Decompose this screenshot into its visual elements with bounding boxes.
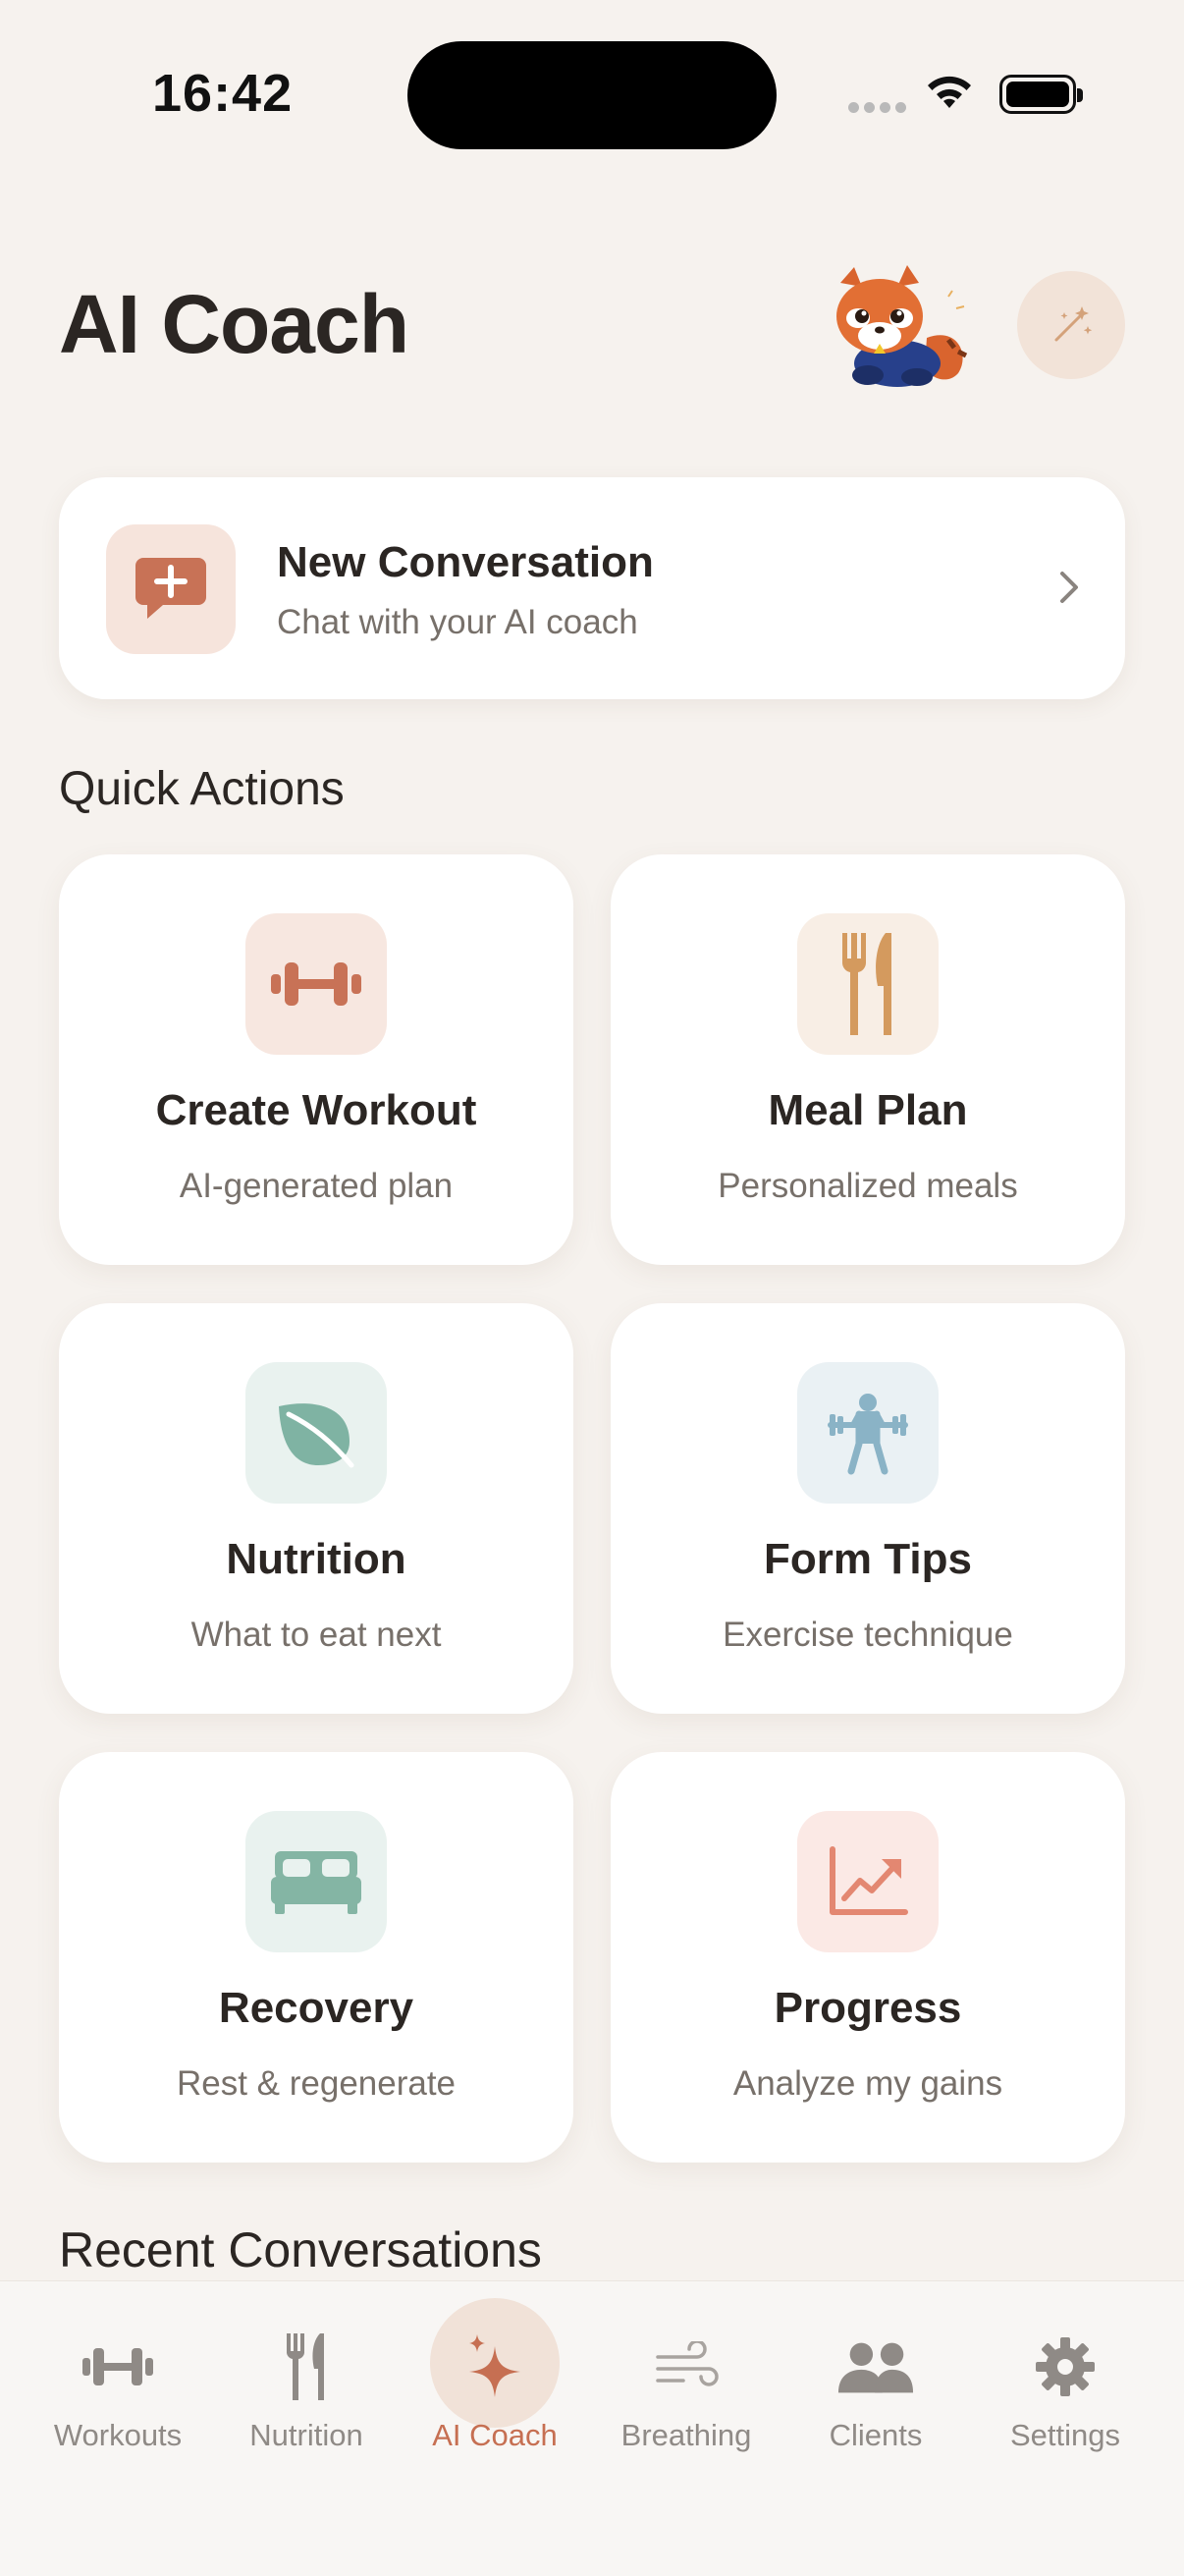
tile-title: Recovery [218, 1984, 414, 2032]
page-title: AI Coach [59, 278, 409, 370]
cellular-signal-icon [848, 102, 907, 116]
tab-workouts[interactable]: Workouts [29, 2298, 206, 2455]
tile-subtitle: AI-generated plan [179, 1167, 454, 1205]
chevron-right-icon [1060, 572, 1078, 603]
wind-icon [647, 2328, 726, 2406]
quick-action-progress[interactable]: Progress Analyze my gains [611, 1752, 1125, 2163]
quick-action-create-workout[interactable]: Create Workout AI-generated plan [59, 854, 573, 1265]
tile-title: Create Workout [155, 1086, 477, 1134]
fork-knife-icon [797, 913, 939, 1055]
tile-subtitle: Rest & regenerate [176, 2064, 457, 2103]
quick-action-nutrition[interactable]: Nutrition What to eat next [59, 1303, 573, 1714]
tab-settings[interactable]: Settings [977, 2298, 1154, 2455]
tile-subtitle: Exercise technique [723, 1616, 1013, 1654]
sparkle-icon [456, 2328, 534, 2406]
weightlifter-icon [797, 1362, 939, 1504]
tile-title: Progress [774, 1984, 962, 2032]
tab-label: Clients [829, 2418, 923, 2452]
fork-knife-icon [267, 2328, 346, 2406]
recent-conversations-heading: Recent Conversations [59, 2222, 542, 2277]
quick-action-meal-plan[interactable]: Meal Plan Personalized meals [611, 854, 1125, 1265]
quick-actions-heading: Quick Actions [59, 763, 345, 815]
magic-wand-icon [1054, 306, 1093, 342]
status-time: 16:42 [152, 64, 294, 123]
new-chat-icon [106, 524, 236, 654]
quick-action-form-tips[interactable]: Form Tips Exercise technique [611, 1303, 1125, 1714]
new-conversation-title: New Conversation [277, 538, 654, 586]
tab-label: Workouts [53, 2418, 183, 2452]
tile-title: Form Tips [764, 1535, 972, 1583]
tile-title: Meal Plan [768, 1086, 968, 1134]
new-conversation-card[interactable]: New Conversation Chat with your AI coach [59, 477, 1125, 699]
tab-label: Breathing [620, 2418, 752, 2452]
tile-subtitle: Analyze my gains [732, 2064, 1003, 2103]
tab-label: Settings [1009, 2418, 1120, 2452]
tab-label: Nutrition [249, 2418, 363, 2452]
tab-label: AI Coach [432, 2418, 558, 2452]
battery-icon [999, 75, 1083, 114]
dumbbell-icon [245, 913, 387, 1055]
leaf-icon [245, 1362, 387, 1504]
people-icon [836, 2328, 915, 2406]
tile-subtitle: What to eat next [190, 1616, 442, 1654]
tab-breathing[interactable]: Breathing [598, 2298, 775, 2455]
magic-wand-button[interactable] [1017, 271, 1125, 379]
tab-clients[interactable]: Clients [787, 2298, 964, 2455]
chart-up-icon [797, 1811, 939, 1952]
quick-action-recovery[interactable]: Recovery Rest & regenerate [59, 1752, 573, 2163]
gear-icon [1026, 2328, 1104, 2406]
red-panda-mascot-avatar[interactable] [811, 257, 978, 393]
dynamic-island [407, 41, 777, 149]
tile-title: Nutrition [226, 1535, 406, 1583]
new-conversation-subtitle: Chat with your AI coach [277, 603, 638, 641]
tab-nutrition[interactable]: Nutrition [218, 2298, 395, 2455]
tile-subtitle: Personalized meals [718, 1167, 1018, 1205]
dumbbell-icon [79, 2328, 157, 2406]
tab-ai-coach[interactable]: AI Coach [406, 2298, 583, 2455]
bed-icon [245, 1811, 387, 1952]
wifi-icon [928, 76, 971, 108]
